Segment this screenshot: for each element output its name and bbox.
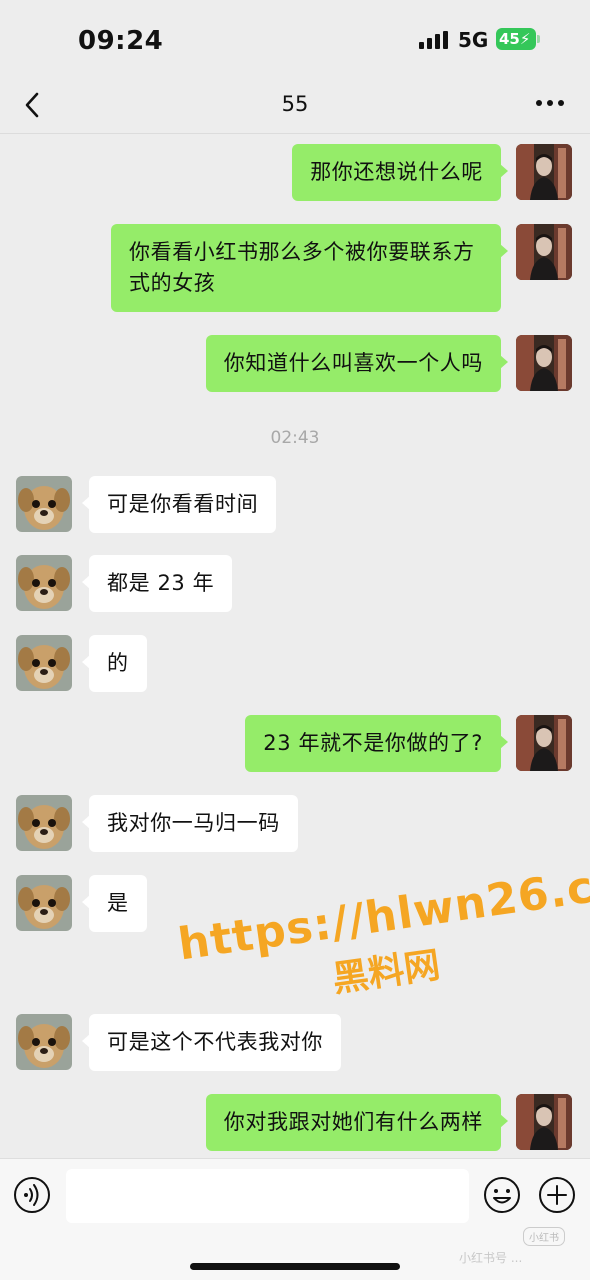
avatar[interactable] bbox=[516, 224, 572, 280]
xhs-id: 小红书号 ... bbox=[459, 1251, 523, 1265]
battery-level: 45 bbox=[499, 30, 520, 48]
network-type: 5G bbox=[458, 28, 489, 52]
avatar[interactable] bbox=[516, 715, 572, 771]
message-bubble[interactable]: 都是 23 年 bbox=[81, 555, 233, 612]
message-bubble[interactable]: 的 bbox=[82, 635, 147, 692]
message-bubble[interactable]: 你对我跟对她们有什么两样 bbox=[205, 1094, 509, 1151]
avatar[interactable] bbox=[516, 335, 572, 391]
xhs-badge: 小红书 bbox=[523, 1227, 565, 1246]
plus-icon[interactable] bbox=[538, 1176, 576, 1214]
message-bubble[interactable]: 你看看小红书那么多个被你要联系方式的女孩 bbox=[111, 224, 508, 312]
avatar[interactable] bbox=[16, 555, 72, 611]
avatar[interactable] bbox=[16, 875, 72, 931]
chat-title: 55 bbox=[281, 92, 309, 116]
more-dots-icon[interactable] bbox=[536, 100, 564, 108]
status-time: 09:24 bbox=[78, 26, 164, 56]
watermark: https://hlwn26.com 黑料网 bbox=[175, 851, 590, 1001]
message-bubble[interactable]: 可是这个不代表我对你 bbox=[82, 1014, 341, 1071]
avatar[interactable] bbox=[16, 635, 72, 691]
timestamp: 02:43 bbox=[270, 428, 320, 448]
emoji-icon[interactable] bbox=[483, 1176, 521, 1214]
message-input[interactable] bbox=[66, 1169, 469, 1223]
avatar[interactable] bbox=[16, 1014, 72, 1070]
avatar[interactable] bbox=[16, 795, 72, 851]
voice-icon[interactable] bbox=[13, 1176, 51, 1214]
message-bubble[interactable]: 那你还想说什么呢 bbox=[292, 144, 508, 201]
avatar[interactable] bbox=[16, 476, 72, 532]
avatar[interactable] bbox=[516, 1094, 572, 1150]
message-bubble[interactable]: 我对你一马归一码 bbox=[82, 795, 298, 852]
message-bubble[interactable]: 是 bbox=[82, 875, 147, 932]
status-bar: 09:24 5G 45⚡ bbox=[0, 0, 590, 80]
input-bar: 小红书 小红书号 ... bbox=[0, 1158, 590, 1280]
home-indicator[interactable] bbox=[190, 1263, 400, 1270]
message-bubble[interactable]: 可是你看看时间 bbox=[81, 476, 277, 533]
signal-icon bbox=[419, 31, 449, 49]
nav-bar: 55 bbox=[0, 80, 590, 134]
battery-icon: 45⚡ bbox=[496, 28, 540, 50]
avatar[interactable] bbox=[516, 144, 572, 200]
message-bubble[interactable]: 23 年就不是你做的了? bbox=[245, 715, 508, 772]
message-bubble[interactable]: 你知道什么叫喜欢一个人吗 bbox=[205, 335, 509, 392]
